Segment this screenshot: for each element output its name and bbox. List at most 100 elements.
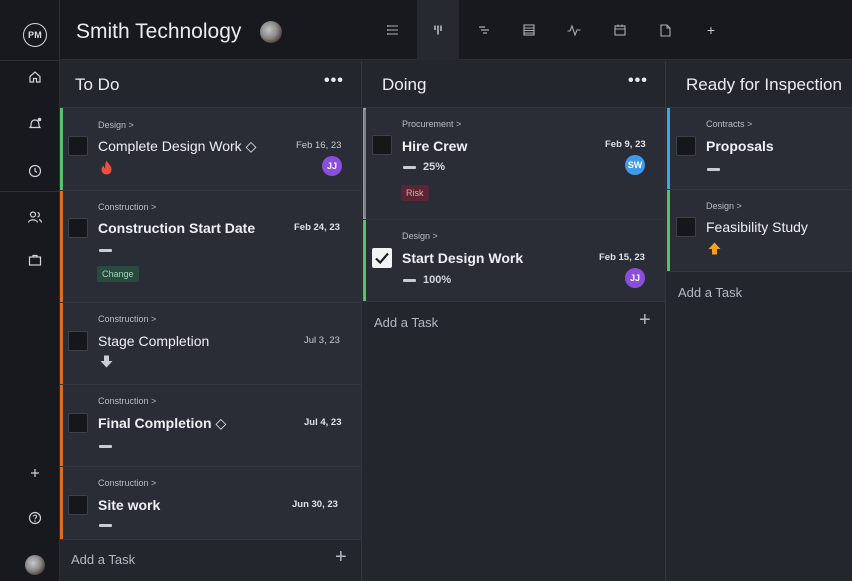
assignee-avatar[interactable]: SW: [625, 155, 645, 175]
column-header: Ready for Inspection: [667, 61, 852, 108]
progress-dash-icon: [403, 166, 416, 169]
task-card[interactable]: Construction > Construction Start Date F…: [60, 191, 361, 303]
home-icon[interactable]: [25, 67, 45, 87]
task-card[interactable]: Construction > Stage Completion Jul 3, 2…: [60, 303, 361, 385]
dashboard-view-icon[interactable]: [561, 17, 587, 43]
sheet-view-icon[interactable]: [516, 17, 542, 43]
column-header: Doing •••: [363, 61, 665, 108]
task-due-date: Jun 30, 23: [292, 499, 338, 510]
priority-none-icon: [99, 249, 112, 252]
task-breadcrumb[interactable]: Construction >: [98, 478, 156, 488]
add-task-plus-icon[interactable]: +: [639, 309, 651, 332]
task-name[interactable]: Start Design Work: [402, 250, 523, 266]
add-task-button[interactable]: Add a Task: [71, 552, 135, 567]
assignee-avatar[interactable]: JJ: [322, 156, 342, 176]
task-name[interactable]: Construction Start Date: [98, 220, 255, 236]
task-breadcrumb[interactable]: Design >: [706, 201, 742, 211]
task-checkbox[interactable]: [68, 136, 88, 156]
task-checkbox[interactable]: [68, 495, 88, 515]
task-card[interactable]: Design > Feasibility Study: [667, 190, 852, 272]
task-checkbox[interactable]: [68, 413, 88, 433]
task-name[interactable]: Feasibility Study: [706, 219, 808, 235]
people-icon[interactable]: [25, 207, 45, 227]
add-task-plus-icon[interactable]: +: [335, 546, 347, 569]
task-due-date: Jul 4, 23: [304, 417, 342, 428]
calendar-view-icon[interactable]: [607, 17, 633, 43]
assignee-avatar[interactable]: JJ: [625, 268, 645, 288]
task-breadcrumb[interactable]: Contracts >: [706, 119, 752, 129]
card-color-stripe: [667, 108, 670, 189]
column-title: To Do: [75, 75, 120, 94]
task-checkbox[interactable]: [68, 218, 88, 238]
task-breadcrumb[interactable]: Procurement >: [402, 119, 461, 129]
project-title: Smith Technology: [76, 20, 242, 43]
files-view-icon[interactable]: [652, 17, 678, 43]
task-breadcrumb[interactable]: Construction >: [98, 202, 156, 212]
plus-icon[interactable]: [25, 463, 45, 483]
top-bar: Smith Technology +: [60, 0, 852, 60]
board-view-icon[interactable]: [417, 0, 459, 60]
bulb-notification-icon[interactable]: [25, 114, 45, 134]
task-card[interactable]: Construction > Site work Jun 30, 23: [60, 467, 361, 540]
help-icon[interactable]: [25, 508, 45, 528]
task-name[interactable]: Final Completion ◇: [98, 415, 226, 432]
task-due-date: Feb 16, 23: [296, 140, 342, 151]
task-checkbox-checked[interactable]: [372, 248, 392, 268]
add-view-icon[interactable]: +: [698, 17, 724, 43]
fire-priority-icon: [100, 160, 113, 180]
task-checkbox[interactable]: [676, 217, 696, 237]
task-breadcrumb[interactable]: Design >: [98, 120, 134, 130]
project-owner-avatar[interactable]: [260, 21, 282, 43]
column-header: To Do •••: [60, 61, 361, 108]
add-task-button[interactable]: Add a Task: [678, 285, 742, 300]
progress-dash-icon: [403, 279, 416, 282]
column-doing: Doing ••• Procurement > Hire Crew Feb 9,…: [363, 61, 666, 581]
task-name[interactable]: Stage Completion: [98, 333, 209, 349]
task-due-date: Feb 24, 23: [294, 222, 340, 233]
list-view-icon[interactable]: [380, 17, 406, 43]
task-name[interactable]: Site work: [98, 497, 160, 513]
task-checkbox[interactable]: [372, 135, 392, 155]
card-color-stripe: [60, 385, 63, 466]
card-color-stripe: [363, 220, 366, 301]
task-breadcrumb[interactable]: Design >: [402, 231, 438, 241]
task-breadcrumb[interactable]: Construction >: [98, 314, 156, 324]
arrow-up-priority-icon: [708, 242, 721, 260]
briefcase-icon[interactable]: [25, 250, 45, 270]
column-ready-for-inspection: Ready for Inspection Contracts > Proposa…: [667, 61, 852, 581]
pm-logo[interactable]: PM: [23, 23, 47, 47]
app-window: PM Smith Technology + To Do ••• Design >…: [0, 0, 852, 581]
task-name[interactable]: Proposals: [706, 138, 774, 154]
task-name[interactable]: Hire Crew: [402, 138, 467, 154]
user-avatar[interactable]: [25, 555, 45, 575]
card-color-stripe: [60, 108, 63, 190]
task-name[interactable]: Complete Design Work ◇: [98, 138, 256, 155]
priority-none-icon: [99, 524, 112, 527]
task-due-date: Jul 3, 23: [304, 335, 340, 346]
task-card[interactable]: Procurement > Hire Crew Feb 9, 23 SW 25%…: [363, 108, 665, 220]
column-more-icon[interactable]: •••: [628, 72, 648, 90]
task-card[interactable]: Construction > Final Completion ◇ Jul 4,…: [60, 385, 361, 467]
clock-icon[interactable]: [25, 161, 45, 181]
task-card[interactable]: Design > Start Design Work Feb 15, 23 JJ…: [363, 220, 665, 302]
task-tag[interactable]: Risk: [401, 185, 429, 201]
gantt-view-icon[interactable]: [471, 17, 497, 43]
task-breadcrumb[interactable]: Construction >: [98, 396, 156, 406]
task-card[interactable]: Design > Complete Design Work ◇ Feb 16, …: [60, 108, 361, 191]
card-color-stripe: [60, 467, 63, 539]
task-due-date: Feb 15, 23: [599, 252, 645, 263]
task-checkbox[interactable]: [676, 136, 696, 156]
task-tag[interactable]: Change: [97, 266, 139, 282]
rail-divider: [0, 60, 60, 61]
task-card[interactable]: Contracts > Proposals: [667, 108, 852, 190]
left-rail: PM: [0, 0, 60, 581]
priority-none-icon: [99, 445, 112, 448]
arrow-down-priority-icon: [100, 355, 113, 373]
add-task-button[interactable]: Add a Task: [374, 315, 438, 330]
card-color-stripe: [60, 191, 63, 302]
column-scrollbar[interactable]: [364, 110, 366, 218]
task-checkbox[interactable]: [68, 331, 88, 351]
task-progress: 25%: [423, 161, 446, 173]
column-title: Ready for Inspection: [686, 75, 842, 94]
column-more-icon[interactable]: •••: [324, 72, 344, 90]
